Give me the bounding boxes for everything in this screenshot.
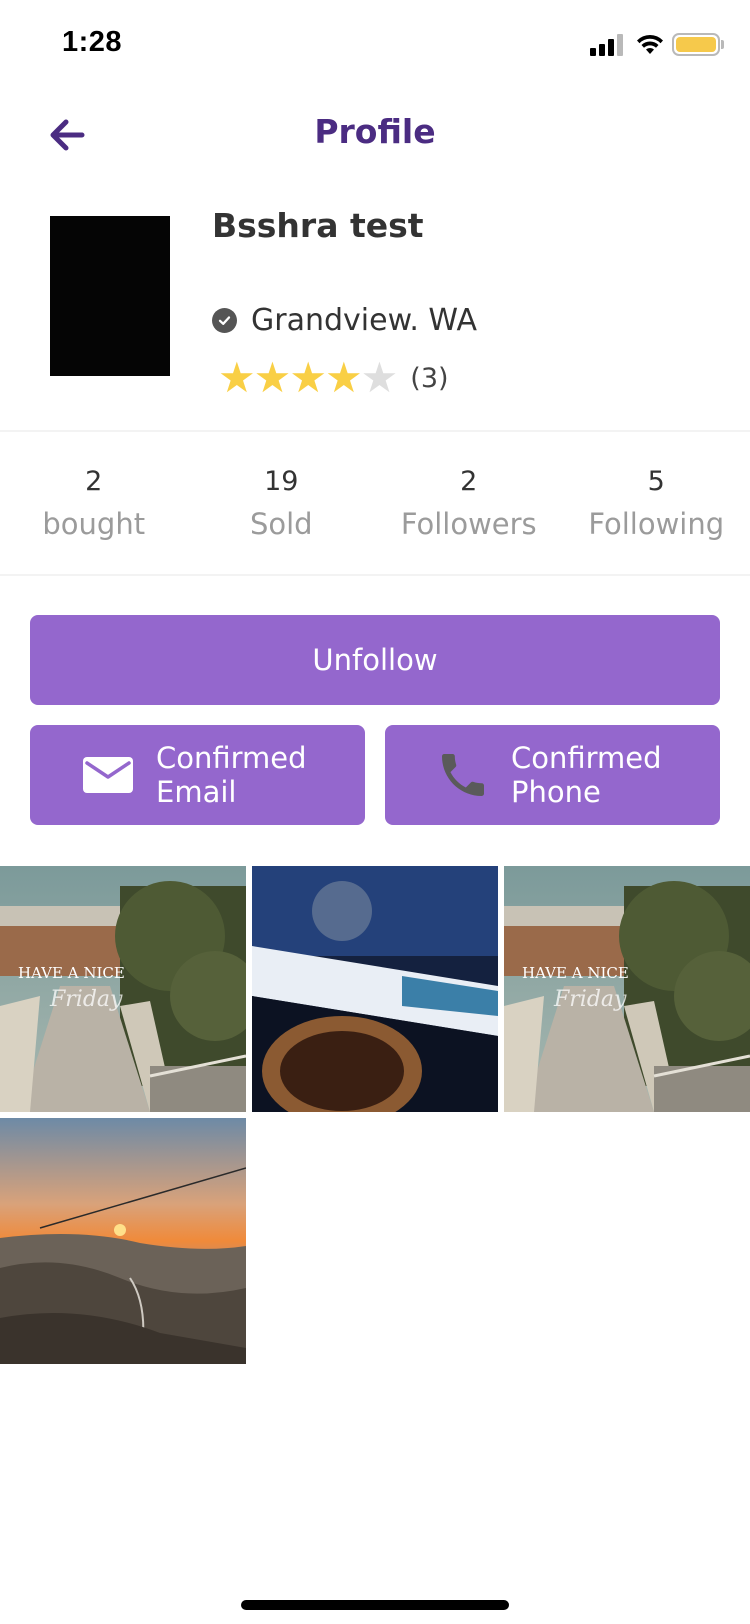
tile-text: Friday: [49, 987, 123, 1012]
stat-followers[interactable]: 2 Followers: [375, 432, 563, 572]
stat-label: Following: [588, 507, 725, 541]
rating-row: ★ ★ ★ ★ ★ (3): [218, 353, 449, 402]
page-title: Profile: [314, 112, 436, 151]
status-bar: 1:28: [0, 0, 750, 90]
gallery-photo[interactable]: HAVE A NICE Friday: [504, 866, 750, 1112]
confirmed-email-line1: Confirmed: [156, 741, 307, 775]
gallery-photo[interactable]: HAVE A NICE Friday: [0, 866, 246, 1112]
tile-text: Friday: [553, 987, 627, 1012]
stat-label: Followers: [400, 507, 537, 541]
location-text: Grandview. WA: [251, 302, 477, 338]
stats-bar: 2 bought 19 Sold 2 Followers 5 Following: [0, 432, 750, 572]
confirmed-email-line2: Email: [156, 775, 237, 809]
signal-icon: [590, 34, 626, 56]
stat-bought[interactable]: 2 bought: [0, 432, 188, 572]
stat-label: bought: [42, 507, 146, 541]
stat-sold[interactable]: 19 Sold: [188, 432, 376, 572]
home-indicator: [241, 1600, 509, 1610]
confirmed-email-button[interactable]: Confirmed Email: [30, 725, 365, 825]
divider: [0, 574, 750, 576]
tile-text: HAVE A NICE: [18, 964, 125, 982]
gallery-photo[interactable]: [252, 866, 498, 1112]
unfollow-button[interactable]: Unfollow: [30, 615, 720, 705]
star-icon: ★: [360, 353, 399, 402]
star-icon: ★: [289, 353, 327, 402]
star-icon: ★: [324, 353, 363, 402]
verified-check-icon: [212, 307, 237, 333]
header: Profile: [0, 90, 750, 180]
tile-text: HAVE A NICE: [522, 964, 629, 982]
stat-label: Sold: [249, 507, 313, 541]
gallery-photo[interactable]: [0, 1118, 246, 1364]
battery-icon: [672, 33, 720, 56]
phone-icon: [442, 754, 484, 796]
confirmed-phone-line1: Confirmed: [511, 741, 662, 775]
stat-value: 2: [85, 466, 103, 497]
location-row: Grandview. WA: [212, 302, 477, 338]
envelope-icon: [83, 757, 133, 793]
star-icon: ★: [218, 353, 256, 402]
wifi-icon: [637, 34, 663, 54]
status-time: 1:28: [62, 26, 123, 58]
stat-value: 2: [460, 466, 478, 497]
confirmed-phone-line2: Phone: [511, 775, 601, 809]
stat-following[interactable]: 5 Following: [563, 432, 750, 572]
rating-count: (3): [410, 362, 449, 394]
avatar: [50, 216, 170, 376]
stat-value: 5: [647, 466, 665, 497]
user-name: Bsshra test: [212, 206, 424, 245]
stat-value: 19: [264, 466, 299, 497]
confirmed-phone-button[interactable]: Confirmed Phone: [385, 725, 720, 825]
star-icon: ★: [253, 353, 292, 402]
